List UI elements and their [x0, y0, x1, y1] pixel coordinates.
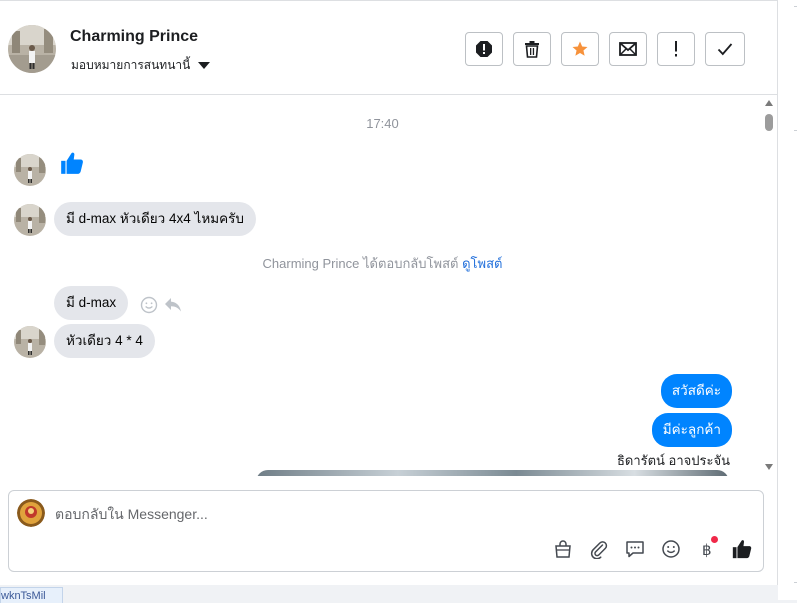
- attach-button[interactable]: [587, 537, 611, 561]
- emoji-react-icon[interactable]: [140, 296, 158, 314]
- view-post-link[interactable]: ดูโพสต์: [462, 256, 502, 271]
- emoji-button[interactable]: [659, 537, 683, 561]
- send-like-button[interactable]: [730, 537, 754, 561]
- message-thread: 17:40 มี d-max หัวเดียว 4x4 ไหมครับ Char…: [0, 96, 777, 476]
- assign-label: มอบหมายการสนทนานี้: [71, 58, 191, 72]
- alert-octagon-icon: [476, 41, 492, 57]
- bottom-tab[interactable]: wknTsMil: [0, 587, 63, 603]
- mark-done-button[interactable]: [705, 32, 745, 66]
- incoming-message[interactable]: มี d-max: [54, 286, 129, 320]
- reply-composer: ฿: [8, 490, 764, 572]
- outgoing-message[interactable]: มีค่ะลูกค้า: [651, 413, 732, 447]
- notification-dot: [711, 536, 718, 543]
- thumbs-up-icon: [732, 540, 752, 559]
- exclamation-icon: [675, 41, 677, 57]
- star-icon: [572, 41, 588, 56]
- follow-up-button[interactable]: [657, 32, 695, 66]
- contact-name[interactable]: Charming Prince: [70, 28, 198, 46]
- page-avatar: [17, 499, 45, 527]
- incoming-message[interactable]: หัวเดียว 4 * 4: [54, 324, 155, 358]
- payment-button[interactable]: ฿: [695, 536, 719, 561]
- inbox-panel: Charming Prince มอบหมายการสนทนานี้ 17:40…: [0, 0, 778, 585]
- bottom-tab-label: wknTsMil: [1, 590, 46, 602]
- thread-scrollbar[interactable]: [763, 96, 775, 476]
- paperclip-icon: [590, 541, 608, 559]
- sender-name: ธิดารัตน์ อาจประจัน: [616, 453, 730, 468]
- outgoing-message[interactable]: สวัสดีค่ะ: [660, 374, 732, 408]
- svg-text:฿: ฿: [702, 541, 712, 559]
- saved-replies-button[interactable]: [623, 537, 647, 561]
- chevron-down-icon: [198, 62, 211, 69]
- envelope-icon: [619, 42, 637, 56]
- star-button[interactable]: [561, 32, 599, 66]
- emoji-icon: [662, 540, 680, 558]
- contact-avatar-small[interactable]: [14, 154, 46, 186]
- shopping-bag-icon: [555, 540, 571, 558]
- trash-icon: [525, 41, 539, 58]
- contact-avatar-small[interactable]: [14, 204, 46, 236]
- contact-avatar[interactable]: [8, 25, 56, 73]
- scroll-up-arrow[interactable]: [765, 100, 773, 106]
- message-timestamp: 17:40: [366, 116, 399, 131]
- message-actions: [140, 296, 182, 314]
- reply-input[interactable]: [55, 503, 655, 525]
- scroll-down-arrow[interactable]: [765, 464, 773, 470]
- spam-button[interactable]: [465, 32, 503, 66]
- saved-reply-icon: [626, 541, 644, 558]
- delete-button[interactable]: [513, 32, 551, 66]
- post-reply-text: Charming Prince ได้ตอบกลับโพสต์: [262, 256, 459, 271]
- contact-avatar-small[interactable]: [14, 326, 46, 358]
- check-icon: [717, 43, 733, 56]
- reply-icon[interactable]: [164, 297, 182, 313]
- conversation-header: Charming Prince มอบหมายการสนทนานี้: [0, 0, 777, 95]
- incoming-message[interactable]: มี d-max หัวเดียว 4x4 ไหมครับ: [54, 202, 256, 236]
- thumbs-up-message: [59, 150, 85, 181]
- right-edge-panel: [778, 0, 797, 600]
- post-reply-notice: Charming Prince ได้ตอบกลับโพสต์ ดูโพสต์: [0, 253, 765, 274]
- assign-conversation-dropdown[interactable]: มอบหมายการสนทนานี้: [71, 56, 211, 75]
- mark-unread-button[interactable]: [609, 32, 647, 66]
- thumbs-up-icon: [61, 152, 83, 174]
- shop-button[interactable]: [551, 537, 575, 561]
- image-attachment[interactable]: [256, 470, 729, 476]
- scroll-thumb[interactable]: [765, 114, 773, 131]
